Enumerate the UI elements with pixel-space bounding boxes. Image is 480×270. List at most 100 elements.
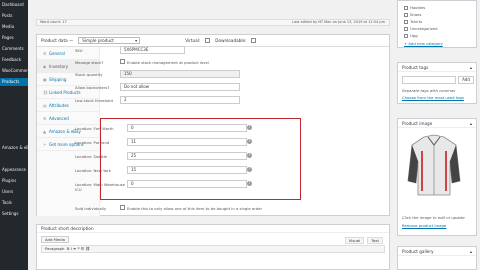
category-item[interactable]: Uncategorized bbox=[404, 26, 438, 31]
backorders-label: Allow backorders? bbox=[75, 85, 110, 90]
category-label: Ugg bbox=[410, 33, 418, 38]
sidebar-item[interactable] bbox=[0, 232, 28, 240]
category-label: Hoodies bbox=[410, 5, 426, 10]
sidebar-item[interactable]: Comments bbox=[0, 45, 28, 53]
sold-individually-label: Sold individually bbox=[75, 206, 107, 211]
sidebar-item[interactable]: Appearance bbox=[0, 166, 28, 174]
word-count-bar: Word count: 17 Last edited by NT Man on … bbox=[36, 19, 390, 26]
sidebar-item[interactable] bbox=[0, 221, 28, 229]
sold-individually-checkbox[interactable] bbox=[120, 205, 125, 210]
caret-up-icon[interactable]: ▴ bbox=[470, 63, 472, 72]
category-checkbox[interactable] bbox=[404, 27, 408, 31]
sidebar-item[interactable]: Users bbox=[0, 188, 28, 196]
caret-up-icon[interactable]: ▴ bbox=[470, 247, 472, 256]
stock-qty-label: Stock quantity bbox=[75, 72, 103, 77]
tab-icon: + bbox=[43, 142, 47, 147]
tab-icon: ▣ bbox=[43, 77, 47, 82]
sidebar-item[interactable]: Dashboard bbox=[0, 1, 28, 9]
sold-individually-text: Enable this to only allow one of this it… bbox=[127, 206, 263, 211]
category-checkbox[interactable] bbox=[404, 13, 408, 17]
remove-image-link[interactable]: Remove product image bbox=[402, 223, 446, 228]
choose-tags-link[interactable]: Choose from the most used tags bbox=[402, 95, 464, 100]
virtual-checkbox[interactable] bbox=[205, 38, 211, 43]
tab-icon: ▲ bbox=[43, 129, 47, 134]
backorders-select[interactable]: Do not allow bbox=[120, 83, 240, 91]
tab-label: Shipping bbox=[49, 77, 67, 82]
tab-label: Inventory bbox=[49, 64, 69, 69]
downloadable-label: Downloadable: bbox=[215, 38, 247, 43]
threshold-row: Low stock threshold 2 bbox=[75, 96, 345, 106]
sidebar-item[interactable]: Posts bbox=[0, 12, 28, 20]
stock-qty-row: Stock quantity 150 bbox=[75, 70, 345, 80]
downloadable-checkbox[interactable] bbox=[251, 38, 257, 43]
caret-up-icon[interactable]: ▴ bbox=[470, 119, 472, 128]
sku-row: SKU 5X6PMCC3E bbox=[75, 46, 345, 56]
product-data-title: Product data — bbox=[41, 38, 74, 43]
word-count: Word count: 17 bbox=[40, 20, 67, 24]
last-edited: Last edited by NT Man on June 13, 2019 a… bbox=[292, 20, 385, 24]
category-item[interactable]: Tshirts bbox=[404, 19, 422, 24]
short-description-panel: Product short description Add Media Visu… bbox=[36, 224, 390, 270]
stock-qty-input[interactable]: 150 bbox=[120, 70, 240, 78]
product-type-select[interactable]: Simple product bbox=[78, 37, 141, 44]
category-checkbox[interactable] bbox=[404, 34, 408, 38]
image-help: Click the image to edit or update bbox=[402, 215, 465, 220]
sidebar-item[interactable]: Products bbox=[0, 78, 28, 86]
align-icon[interactable]: ☰ bbox=[81, 246, 84, 251]
image-title-text: Product image bbox=[402, 121, 433, 126]
tags-input[interactable] bbox=[402, 76, 456, 84]
category-checkbox[interactable] bbox=[404, 6, 408, 10]
manage-stock-label: Manage stock? bbox=[75, 60, 104, 65]
tags-title-text: Product tags bbox=[402, 65, 429, 70]
add-category-link[interactable]: + Add new category bbox=[404, 41, 443, 46]
sidebar-item[interactable]: WooCommerce bbox=[0, 67, 28, 75]
image-title: Product image ▴ bbox=[398, 119, 476, 128]
sidebar-item[interactable]: Tools bbox=[0, 199, 28, 207]
sku-input[interactable]: 5X6PMCC3E bbox=[120, 46, 185, 54]
sidebar-item[interactable]: Feedback bbox=[0, 56, 28, 64]
italic-icon[interactable]: I bbox=[71, 246, 72, 251]
sidebar-item[interactable] bbox=[0, 133, 28, 141]
quote-icon[interactable]: ❝ bbox=[77, 246, 79, 251]
threshold-input[interactable]: 2 bbox=[120, 96, 240, 104]
category-checkbox[interactable] bbox=[404, 20, 408, 24]
sidebar-item[interactable]: Settings bbox=[0, 210, 28, 218]
sidebar-item[interactable] bbox=[0, 122, 28, 130]
editor-toolbar: Paragraph B I ≡ ❝ ☰ ⛓ bbox=[41, 245, 385, 253]
category-item[interactable]: Shoes bbox=[404, 12, 421, 17]
manage-stock-checkbox[interactable] bbox=[120, 59, 125, 64]
sidebar-item[interactable] bbox=[0, 100, 28, 108]
tab-label: Advanced bbox=[49, 116, 69, 121]
sidebar-item[interactable]: Plugins bbox=[0, 177, 28, 185]
link-icon[interactable]: ⛓ bbox=[85, 246, 90, 251]
category-item[interactable]: Hoodies bbox=[404, 5, 425, 10]
category-label: Uncategorized bbox=[410, 26, 438, 31]
sold-individually-row: Sold individually Enable this to only al… bbox=[75, 204, 345, 214]
paragraph-select[interactable]: Paragraph bbox=[45, 246, 64, 251]
tab-text[interactable]: Text bbox=[367, 237, 383, 244]
sidebar-item[interactable] bbox=[0, 89, 28, 97]
list-icon[interactable]: ≡ bbox=[73, 246, 76, 251]
manage-stock-row: Manage stock? Enable stock management at… bbox=[75, 58, 345, 68]
bold-icon[interactable]: B bbox=[66, 246, 70, 251]
tags-help: Separate tags with commas bbox=[402, 88, 456, 93]
tab-icon: ⚙ bbox=[43, 116, 47, 121]
sidebar-item[interactable]: Pages bbox=[0, 34, 28, 42]
sidebar-item[interactable]: Media bbox=[0, 23, 28, 31]
product-jacket-image[interactable] bbox=[406, 131, 462, 201]
category-item[interactable]: Ugg bbox=[404, 33, 418, 38]
gallery-title: Product gallery ▴ bbox=[398, 247, 476, 256]
manage-stock-text: Enable stock management at product level bbox=[127, 60, 209, 65]
sidebar-item[interactable] bbox=[0, 155, 28, 163]
sidebar-item[interactable] bbox=[0, 111, 28, 119]
categories-panel: + Add new category Hoodies Shoes Tshirts Un… bbox=[397, 0, 477, 48]
tab-icon: ▤ bbox=[43, 103, 47, 108]
tab-visual[interactable]: Visual bbox=[344, 237, 365, 244]
product-image-panel: Product image ▴ Click the image to edit … bbox=[397, 118, 477, 236]
threshold-label: Low stock threshold bbox=[75, 98, 113, 103]
tab-label: Attributes bbox=[49, 103, 69, 108]
tab-icon: ⚙ bbox=[43, 51, 47, 56]
add-tag-button[interactable]: Add bbox=[458, 76, 474, 84]
sidebar-item[interactable]: Amazon & eBay bbox=[0, 144, 28, 152]
add-media-button[interactable]: Add Media bbox=[41, 236, 69, 243]
